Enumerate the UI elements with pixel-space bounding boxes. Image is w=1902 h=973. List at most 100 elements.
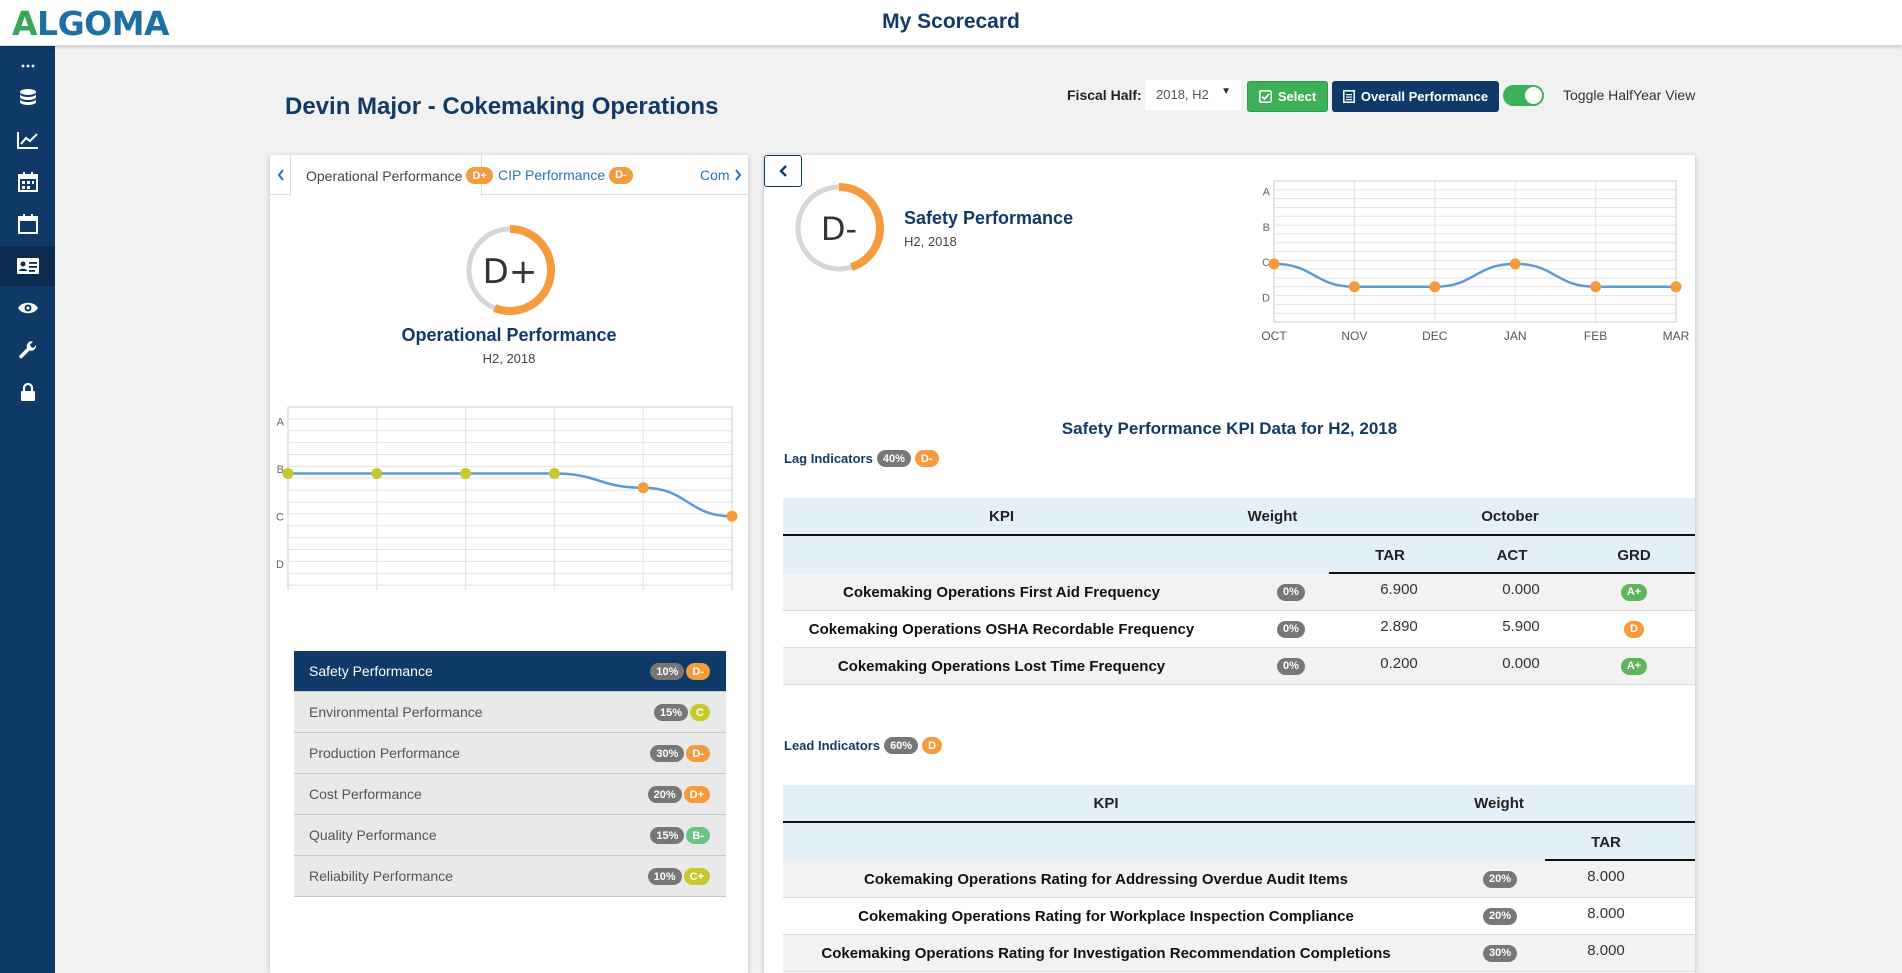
tab-scroll-left[interactable] — [272, 155, 290, 195]
grade-badge: A+ — [1620, 657, 1648, 675]
kpi-name: Cokemaking Operations Rating for Workpla… — [858, 907, 1354, 925]
act-value: 0.000 — [1502, 580, 1540, 598]
y-tick-label: B — [1263, 222, 1270, 234]
lag-kpi-table: KPI Weight October TAR ACT GRD Cokemakin… — [783, 498, 1695, 701]
y-tick-label: D — [276, 559, 284, 571]
y-tick-label: A — [277, 416, 285, 428]
id-card-icon[interactable] — [0, 246, 55, 286]
month-column-header: October — [1481, 507, 1539, 525]
performance-item-label: Environmental Performance — [309, 704, 483, 720]
operational-grade-letter: D+ — [483, 252, 538, 292]
check-square-icon — [1258, 90, 1272, 103]
table-row[interactable]: Cokemaking Operations Rating for Workpla… — [783, 898, 1695, 935]
tar-value: 8.000 — [1587, 867, 1625, 885]
performance-item-label: Cost Performance — [309, 786, 422, 802]
weight-cell: 20% — [1475, 861, 1525, 897]
lock-icon[interactable] — [0, 372, 55, 412]
y-tick-label: D — [1262, 292, 1270, 304]
kpi-name: Cokemaking Operations Rating for Investi… — [821, 944, 1391, 962]
lead-indicators-label: Lead Indicators 60% D — [784, 737, 943, 754]
performance-list-item[interactable]: Safety Performance 10% D- — [294, 651, 726, 692]
lead-kpi-table: KPI Weight TAR Cokemaking Operations Rat… — [783, 785, 1695, 973]
overall-performance-button[interactable]: Overall Performance — [1332, 81, 1499, 112]
table-row[interactable]: Cokemaking Operations OSHA Recordable Fr… — [783, 611, 1695, 648]
safety-trend-chart: ABCDOCT NOV DEC JAN FEB MAR — [1261, 180, 1690, 343]
grade-badge: D- — [686, 663, 710, 680]
tab-cip-performance[interactable]: CIP Performance D- — [498, 155, 633, 195]
tar-value: 8.000 — [1587, 904, 1625, 922]
operational-trend-chart: ABCDOCTNOVDECJANFEBMAR — [276, 406, 738, 590]
act-value: 0.000 — [1502, 654, 1540, 672]
chevron-left-icon — [277, 169, 284, 181]
calendar-check-icon[interactable] — [0, 204, 55, 244]
performance-list-item[interactable]: Quality Performance 15% B- — [294, 815, 726, 856]
lead-header-row: KPI Weight — [783, 785, 1695, 823]
table-row[interactable]: Cokemaking Operations Rating for Investi… — [783, 935, 1695, 972]
grd-cell: D — [1573, 611, 1695, 647]
act-column-header: ACT — [1496, 546, 1528, 564]
performance-list-item[interactable]: Environmental Performance 15% C — [294, 692, 726, 733]
lead-weight-badge: 60% — [884, 737, 919, 754]
operational-score-period: H2, 2018 — [482, 351, 536, 366]
kpi-name: Cokemaking Operations First Aid Frequenc… — [842, 583, 1160, 601]
lead-grade-badge: D — [922, 737, 943, 754]
x-tick-label: MAR — [1663, 329, 1690, 343]
tab-operational-performance[interactable]: Operational Performance D+ — [290, 155, 493, 196]
grade-badge: B- — [686, 827, 710, 844]
weight-badge: 15% — [650, 827, 685, 844]
data-point — [637, 482, 649, 494]
lag-weight-badge: 40% — [876, 450, 911, 467]
performance-item-badges: 10% D- — [650, 663, 710, 680]
kpi-name: Cokemaking Operations OSHA Recordable Fr… — [808, 620, 1195, 638]
tab-label: Com — [700, 167, 730, 183]
eye-icon[interactable] — [0, 288, 55, 328]
data-point — [1509, 258, 1521, 270]
performance-list-item[interactable]: Cost Performance 20% D+ — [294, 774, 726, 815]
weight-badge: 30% — [650, 745, 685, 762]
weight-badge: 0% — [1277, 620, 1305, 638]
performance-list-item[interactable]: Reliability Performance 10% C+ — [294, 856, 726, 897]
document-icon — [1342, 90, 1355, 103]
table-row[interactable]: Cokemaking Operations First Aid Frequenc… — [783, 574, 1695, 611]
kpi-column-header: KPI — [1093, 794, 1119, 812]
series-line — [288, 472, 733, 518]
plot-frame — [287, 406, 733, 590]
y-tick-label: C — [276, 511, 284, 523]
performance-item-label: Safety Performance — [309, 663, 433, 679]
weight-badge: 15% — [654, 704, 689, 721]
grd-cell: A+ — [1573, 574, 1695, 610]
grade-badge: C — [690, 704, 710, 721]
halfyear-toggle-label: Toggle HalfYear View — [1563, 87, 1696, 103]
grade-badge: D- — [686, 745, 710, 762]
safety-grade-letter: D- — [821, 210, 857, 248]
database-icon[interactable] — [0, 78, 55, 118]
weight-cell: 0% — [1271, 574, 1311, 610]
weight-badge: 0% — [1277, 657, 1305, 675]
weight-cell: 0% — [1271, 648, 1311, 684]
lead-indicators-text: Lead Indicators — [784, 738, 881, 753]
line-chart-icon[interactable] — [0, 120, 55, 160]
tar-column-header: TAR — [1591, 833, 1621, 851]
y-tick-label: A — [1263, 187, 1271, 199]
table-row[interactable]: Cokemaking Operations Rating for Address… — [783, 861, 1695, 898]
page-title: Devin Major - Cokemaking Operations — [285, 93, 719, 120]
weight-cell: 0% — [1271, 611, 1311, 647]
select-button[interactable]: Select — [1247, 81, 1328, 112]
tab-scroll-right[interactable] — [730, 155, 746, 195]
performance-list-item[interactable]: Production Performance 30% D- — [294, 733, 726, 774]
grd-cell: A+ — [1573, 648, 1695, 684]
top-bar: ALGOMA My Scorecard — [0, 0, 1902, 46]
weight-cell: 30% — [1475, 935, 1525, 971]
wrench-icon[interactable] — [0, 330, 55, 370]
performance-item-label: Quality Performance — [309, 827, 437, 843]
fiscal-half-select[interactable]: 2018, H2 ▼ — [1145, 80, 1241, 110]
data-point — [1670, 281, 1682, 293]
data-point — [726, 510, 738, 522]
table-row[interactable]: Cokemaking Operations Lost Time Frequenc… — [783, 648, 1695, 685]
lag-header-row: KPI Weight October — [783, 498, 1695, 536]
lag-indicators-label: Lag Indicators 40% D- — [784, 450, 939, 467]
halfyear-toggle[interactable] — [1503, 85, 1544, 106]
performance-item-badges: 10% C+ — [647, 868, 710, 885]
calendar-icon[interactable] — [0, 162, 55, 202]
tab-com[interactable]: Com — [700, 155, 730, 195]
